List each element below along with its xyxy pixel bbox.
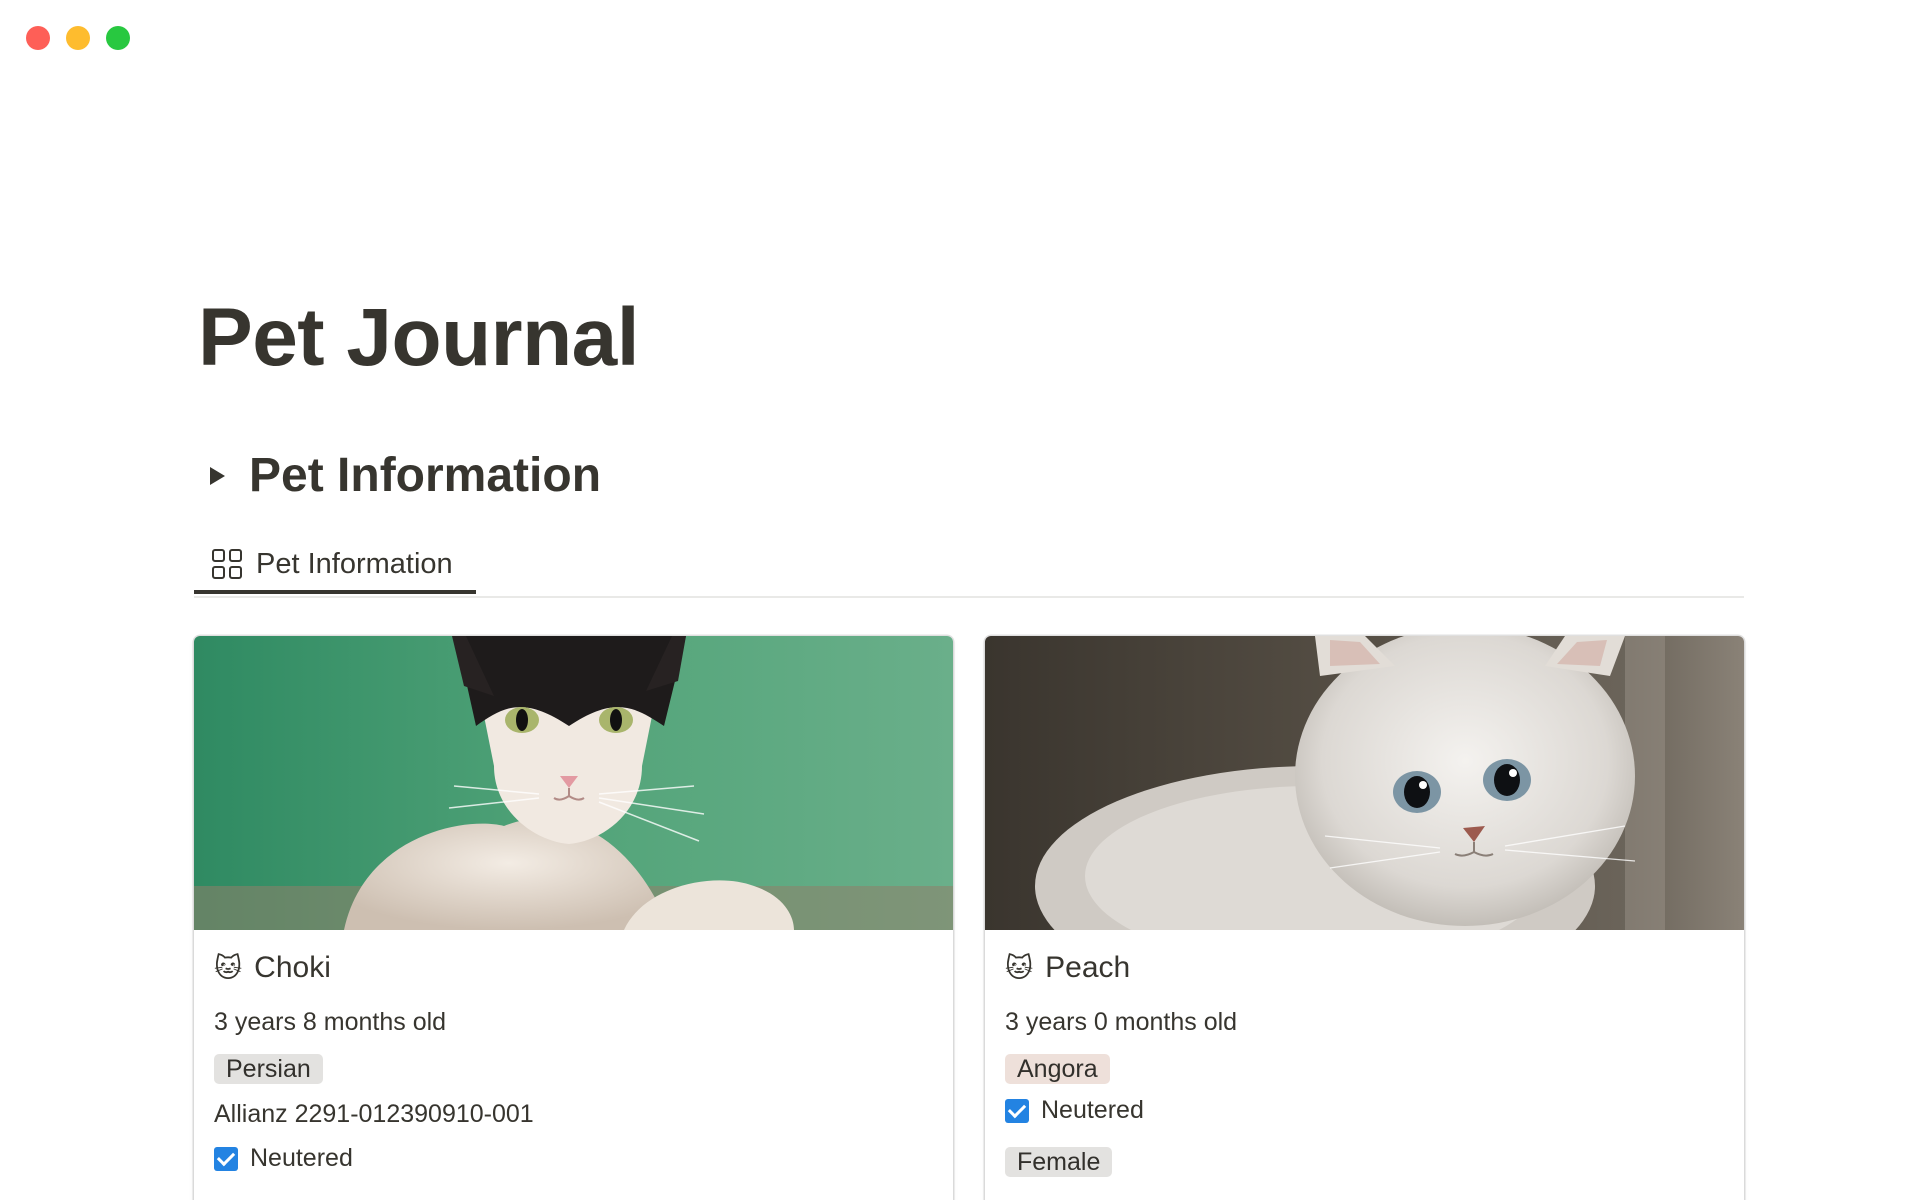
page-title[interactable]: Pet Journal [198, 290, 640, 386]
card-cover-image [985, 636, 1744, 930]
triangle-right-icon[interactable] [210, 467, 225, 485]
gallery-view: 🐱 Choki 3 years 8 months old Persian All… [194, 636, 1744, 1200]
breed-tag: Angora [1005, 1054, 1110, 1084]
window-controls [26, 26, 130, 50]
sex-tag: Female [1005, 1147, 1113, 1177]
neutered-checkbox[interactable] [1005, 1098, 1029, 1123]
insurance-number: Allianz 2291-012390910-001 [214, 1100, 534, 1128]
view-tab-label: Pet Information [256, 547, 453, 580]
gallery-grid-icon [212, 549, 242, 579]
pet-name: Choki [254, 951, 331, 984]
gallery-card-choki[interactable]: 🐱 Choki 3 years 8 months old Persian All… [194, 636, 953, 1200]
black-white-cat-photo [194, 636, 953, 930]
close-window-button[interactable] [26, 26, 50, 50]
card-cover-image [194, 636, 953, 930]
white-kitten-photo [985, 636, 1744, 930]
minimize-window-button[interactable] [66, 26, 90, 50]
pet-information-toggle[interactable]: Pet Information [206, 448, 601, 504]
neutered-property: Neutered [214, 1144, 933, 1173]
app-window: Pet Journal Pet Information Pet Informat… [0, 0, 1920, 1200]
card-title[interactable]: 🐱 Peach [1005, 950, 1724, 986]
neutered-checkbox[interactable] [214, 1146, 238, 1171]
breed-tag: Persian [214, 1054, 323, 1084]
neutered-label: Neutered [1041, 1096, 1144, 1124]
zoom-window-button[interactable] [106, 26, 130, 50]
gallery-card-peach[interactable]: 🐱 Peach 3 years 0 months old Angora Neut… [985, 636, 1744, 1200]
pet-age: 3 years 0 months old [1005, 1008, 1238, 1036]
neutered-property: Neutered [1005, 1096, 1724, 1125]
card-title[interactable]: 🐱 Choki [214, 950, 933, 986]
pet-name: Peach [1045, 951, 1131, 984]
database-view-tabs: Pet Information [194, 538, 1744, 598]
tab-pet-information-gallery[interactable]: Pet Information [194, 538, 476, 594]
cat-face-icon: 🐱 [214, 953, 243, 983]
toggle-heading-label: Pet Information [249, 449, 602, 502]
pet-age: 3 years 8 months old [214, 1008, 447, 1036]
cat-face-icon: 🐱 [1005, 953, 1034, 983]
neutered-label: Neutered [250, 1144, 353, 1172]
